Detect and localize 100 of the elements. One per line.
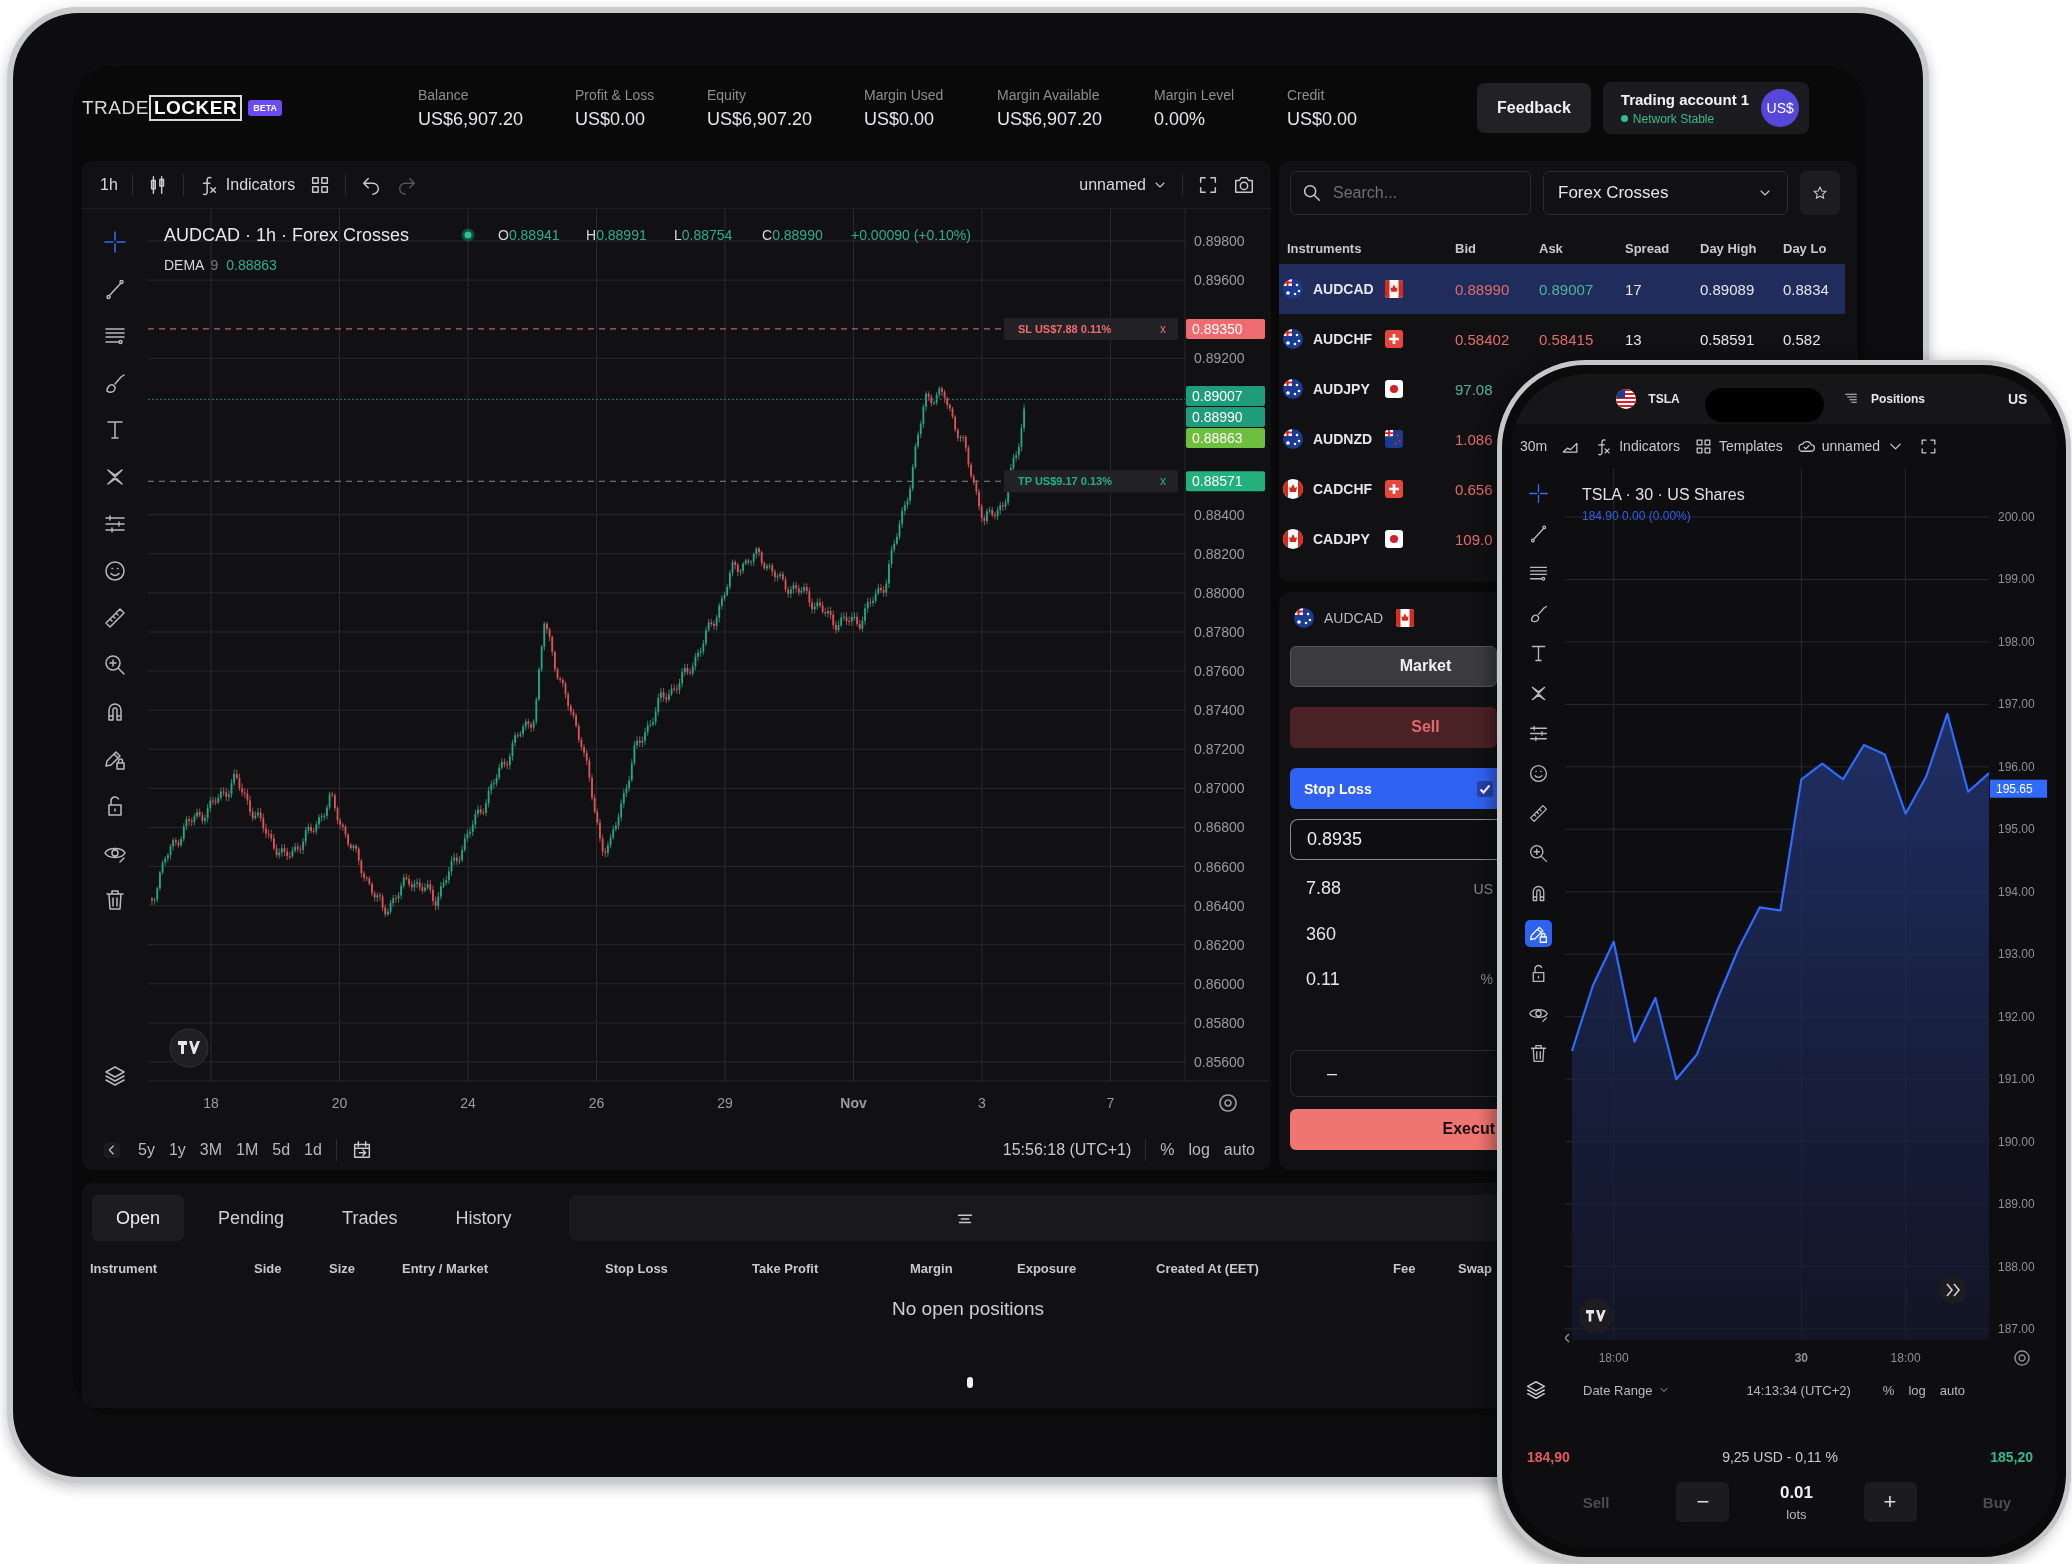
tv-logo-icon[interactable] <box>169 1028 209 1068</box>
column-header[interactable]: Side <box>254 1261 329 1276</box>
column-header[interactable]: Spread <box>1625 240 1700 256</box>
order-list-tab[interactable]: Open <box>92 1195 185 1241</box>
phone-tab[interactable]: TSLA <box>1648 392 1680 406</box>
date-label: 7 <box>1106 1095 1115 1112</box>
column-header[interactable]: Created At (EET) <box>1156 1261 1393 1276</box>
scale-button[interactable]: % <box>1882 1382 1895 1398</box>
order-type-button[interactable]: Market <box>1290 645 1497 687</box>
column-header[interactable]: Take Profit <box>752 1261 910 1276</box>
column-header[interactable]: Exposure <box>1017 1261 1156 1276</box>
scale-button[interactable]: % <box>1160 1140 1175 1159</box>
y-tick-label: 198.00 <box>1998 634 2035 649</box>
phone-tab[interactable]: US <box>2008 391 2028 407</box>
phone-tab[interactable]: Positions <box>1871 392 1925 406</box>
column-header[interactable]: Swap <box>1458 1261 1500 1276</box>
watchlist-row[interactable]: AUDNZD 1.086 <box>1279 414 1493 464</box>
column-header[interactable]: Size <box>329 1261 402 1276</box>
range-button[interactable]: 3M <box>199 1140 223 1159</box>
feedback-button[interactable]: Feedback <box>1477 83 1591 133</box>
price-label: 0.88000 <box>1194 585 1245 602</box>
price-badge: 0.88990 <box>1186 407 1265 428</box>
favorites-button[interactable] <box>1800 171 1840 215</box>
range-button[interactable]: 1y <box>168 1140 186 1159</box>
ohlc-value: H0.88991 <box>586 227 647 244</box>
pencil-lock-icon[interactable] <box>1524 920 1552 947</box>
network-status: Network Stable <box>1632 111 1715 126</box>
price-label: 0.86200 <box>1194 937 1245 954</box>
layout-dropdown[interactable]: unnamed <box>1796 436 1906 456</box>
column-header[interactable]: Day High <box>1700 240 1783 256</box>
double-chevron-icon[interactable] <box>1939 1276 1967 1304</box>
price-label: 0.88200 <box>1194 546 1245 563</box>
scale-button[interactable]: log <box>1188 1140 1210 1159</box>
price-label: 0.86000 <box>1194 976 1245 993</box>
price-badge: 0.89350 <box>1186 319 1265 340</box>
order-list-tab[interactable]: Pending <box>194 1195 309 1241</box>
quote-cell: 0.656 <box>1455 480 1493 498</box>
range-button[interactable]: 5d <box>272 1140 291 1159</box>
column-header[interactable]: Ask <box>1539 240 1625 256</box>
quantity-field[interactable]: – <box>1290 1049 1497 1097</box>
stat-label: Profit & Loss <box>575 86 656 103</box>
execute-button[interactable]: Execut <box>1290 1108 1497 1150</box>
category-dropdown[interactable]: Forex Crosses <box>1543 171 1788 215</box>
scale-button[interactable]: auto <box>1223 1140 1255 1159</box>
close-button[interactable]: x <box>1160 474 1166 489</box>
quote-cell-text: 13 <box>1625 330 1643 348</box>
account-button[interactable]: Trading account 1 Network Stable US$ <box>1602 82 1810 134</box>
price-label: 0.87800 <box>1194 624 1245 641</box>
watchlist-row[interactable]: AUDJPY 97.08 <box>1279 364 1493 414</box>
quote-cell-text: 0.58402 <box>1455 330 1511 348</box>
checkbox[interactable] <box>1477 780 1493 797</box>
range-button[interactable]: 1M <box>236 1140 259 1159</box>
chevron-left-icon[interactable] <box>104 1141 120 1158</box>
sell-button[interactable]: Sell <box>1290 706 1497 748</box>
layers-icon[interactable] <box>1525 1379 1547 1401</box>
price-label: 0.89800 <box>1194 233 1245 250</box>
watchlist-row[interactable]: AUDCAD 0.88990 0.89007 17 0.89089 0.8834 <box>1279 264 1845 314</box>
search-field[interactable]: Search... <box>1290 171 1531 215</box>
timeframe-button[interactable]: 1h <box>100 175 118 194</box>
watchlist-row[interactable]: AUDCHF 0.58402 0.58415 13 0.58591 0.582 <box>1279 314 1821 364</box>
stop-loss-price-field[interactable]: 0.8935 <box>1290 819 1497 861</box>
scale-button[interactable]: log <box>1908 1382 1926 1398</box>
time-label: 18:00 <box>1598 1351 1629 1365</box>
column-header[interactable]: Instrument <box>90 1261 254 1276</box>
date-label: 3 <box>978 1095 986 1112</box>
settings-icon[interactable] <box>2014 1350 2030 1366</box>
tv-logo-icon[interactable] <box>1579 1299 1613 1333</box>
stop-loss-toggle[interactable]: Stop Loss <box>1290 767 1497 810</box>
order-list-tab[interactable]: History <box>431 1195 536 1241</box>
chevron-left-icon[interactable] <box>1565 1333 1570 1343</box>
spread-info: 9,25 USD - 0,11 % <box>1722 1449 1838 1465</box>
currency-avatar: US$ <box>1761 89 1800 127</box>
increase-button[interactable]: + <box>1863 1482 1917 1522</box>
layout-dropdown[interactable]: unnamed <box>1079 175 1168 194</box>
watchlist-row[interactable]: CADCHF 0.656 <box>1279 464 1493 514</box>
indicators-button[interactable]: Indicators <box>197 173 296 196</box>
column-header[interactable]: Stop Loss <box>605 1261 752 1276</box>
scroll-indicator <box>967 1377 973 1388</box>
decrease-button[interactable]: − <box>1676 1482 1730 1522</box>
column-header[interactable]: Margin <box>910 1261 1017 1276</box>
range-button[interactable]: 1d <box>304 1140 322 1159</box>
price-label: 0.89600 <box>1194 272 1245 289</box>
column-header[interactable]: Bid <box>1455 240 1539 256</box>
templates-button[interactable]: Templates <box>1693 436 1783 456</box>
settings-icon[interactable] <box>1219 1094 1237 1113</box>
order-list-tab[interactable]: Trades <box>318 1195 422 1241</box>
range-button[interactable]: 5y <box>138 1140 155 1159</box>
timeframe-button[interactable]: 30m <box>1520 438 1548 454</box>
column-header[interactable]: Day Lo <box>1783 240 1843 256</box>
scale-button[interactable]: auto <box>1939 1382 1966 1398</box>
watchlist-row[interactable]: CADJPY 109.0 <box>1279 514 1493 564</box>
column-header[interactable]: Entry / Market <box>402 1261 605 1276</box>
quote-cell: 1.086 <box>1455 430 1493 448</box>
column-header[interactable]: Fee <box>1393 1261 1458 1276</box>
column-header[interactable]: Instruments <box>1283 240 1455 256</box>
quote-cell-text: 0.8834 <box>1783 280 1830 298</box>
date-range-dropdown[interactable]: Date Range <box>1583 1382 1671 1398</box>
symbol-name: CADJPY <box>1313 531 1371 547</box>
close-button[interactable]: x <box>1160 322 1166 337</box>
indicators-button[interactable]: Indicators <box>1594 436 1680 456</box>
